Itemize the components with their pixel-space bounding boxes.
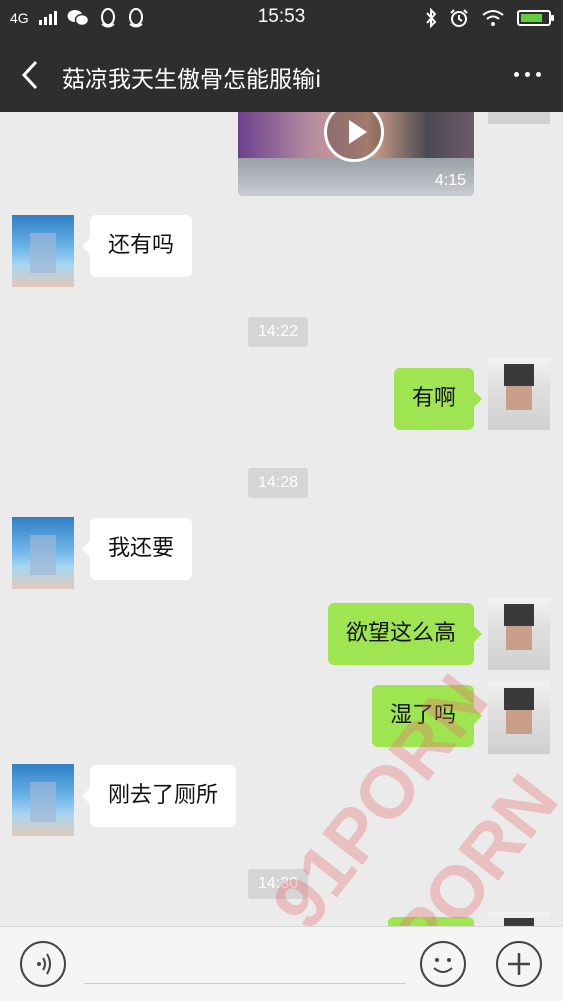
self-avatar[interactable] xyxy=(488,598,550,670)
message-bubble-outgoing[interactable]: 有啊 xyxy=(393,368,483,430)
message-bubble-outgoing[interactable]: 欲望这么高 xyxy=(327,603,483,665)
voice-icon xyxy=(37,953,51,975)
friend-avatar[interactable] xyxy=(12,215,74,287)
friend-avatar[interactable] xyxy=(12,517,74,589)
more-dots-icon[interactable] xyxy=(514,72,541,77)
self-avatar[interactable] xyxy=(488,112,550,124)
message-bubble-incoming[interactable]: 刚去了厕所 xyxy=(81,765,237,827)
emoji-icon xyxy=(433,958,453,973)
voice-button[interactable] xyxy=(20,941,66,987)
chevron-left-icon[interactable] xyxy=(16,58,46,92)
friend-avatar[interactable] xyxy=(12,764,74,836)
bluetooth-icon xyxy=(426,8,437,28)
play-icon[interactable] xyxy=(324,112,384,162)
status-bar: 4G 15:53 xyxy=(0,0,563,38)
video-duration: 4:15 xyxy=(434,172,466,189)
time-label: 14:22 xyxy=(248,317,309,347)
chat-header: 菇凉我天生傲骨怎能服输i xyxy=(0,38,563,112)
battery-icon xyxy=(517,10,554,26)
message-input[interactable] xyxy=(84,983,406,984)
message-bubble-incoming[interactable]: 我还要 xyxy=(81,518,193,580)
chat-message-list[interactable]: 4:15 还有吗 14:22 有啊 14:28 我还要 欲望这么高 湿了吗 刚去… xyxy=(0,112,563,926)
input-bar xyxy=(0,926,563,1001)
self-avatar[interactable] xyxy=(488,358,550,430)
status-right xyxy=(425,8,554,28)
plus-icon xyxy=(508,953,530,975)
plus-button[interactable] xyxy=(496,941,542,987)
chat-title: 菇凉我天生傲骨怎能服输i xyxy=(62,67,322,93)
message-bubble-incoming[interactable]: 还有吗 xyxy=(81,215,193,277)
self-avatar[interactable] xyxy=(488,912,550,926)
emoji-button[interactable] xyxy=(420,941,466,987)
video-message[interactable]: 4:15 xyxy=(238,112,474,196)
wifi-icon xyxy=(482,10,504,26)
alarm-icon xyxy=(450,9,468,27)
time-label: 14:28 xyxy=(248,468,309,498)
